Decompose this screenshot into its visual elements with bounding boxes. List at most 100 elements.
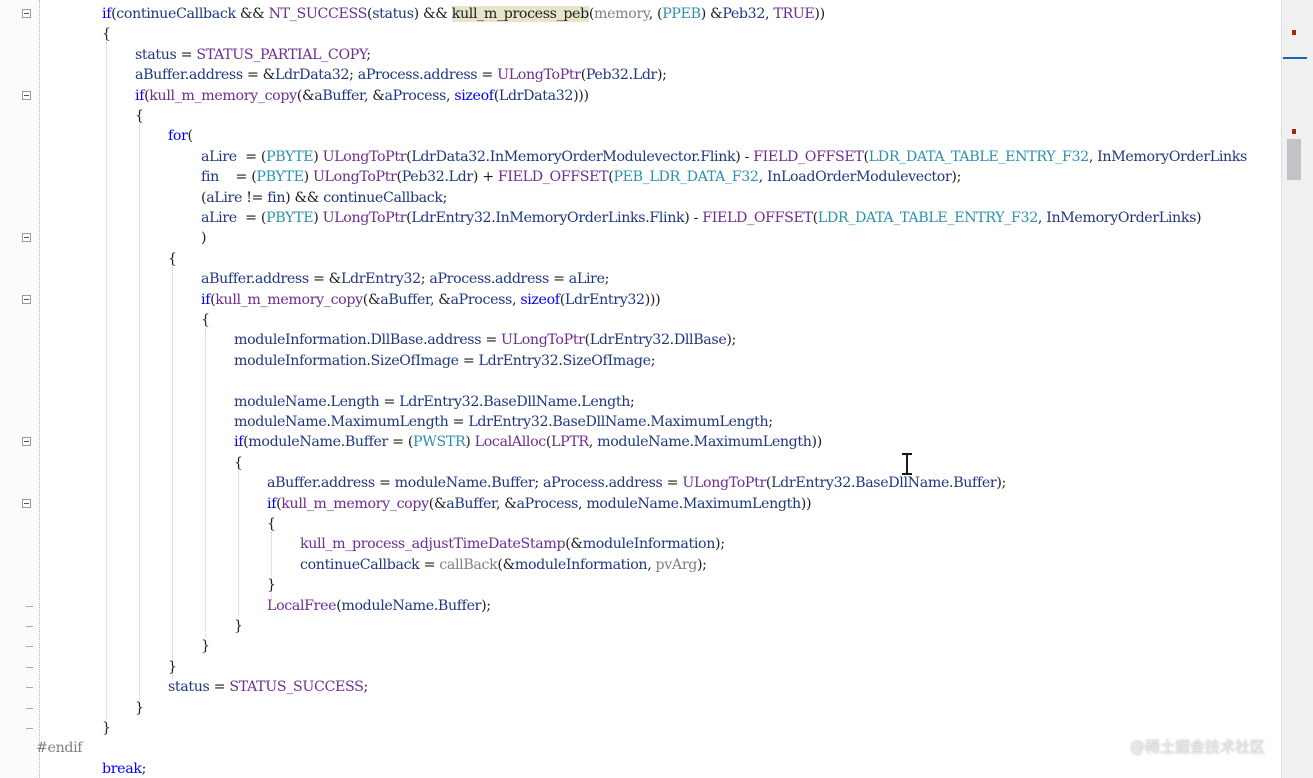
code-line[interactable]: { bbox=[102, 24, 111, 44]
code-line[interactable]: #endif bbox=[36, 738, 83, 758]
code-line[interactable]: break; bbox=[102, 759, 146, 778]
code-line[interactable]: status = STATUS_PARTIAL_COPY; bbox=[135, 45, 371, 65]
code-token: address bbox=[427, 332, 482, 349]
scrollbar-thumb[interactable] bbox=[1287, 139, 1301, 180]
code-line[interactable]: ) bbox=[201, 228, 207, 248]
text-cursor-icon bbox=[902, 453, 912, 475]
code-token: = & bbox=[308, 271, 341, 288]
code-line[interactable]: } bbox=[102, 718, 111, 738]
code-line[interactable]: { bbox=[234, 453, 243, 473]
code-token: callBack bbox=[439, 556, 498, 573]
code-token: MaximumLength bbox=[693, 434, 812, 451]
code-token: moduleName bbox=[234, 414, 327, 430]
code-token: aProcess bbox=[384, 87, 447, 104]
code-line[interactable]: } bbox=[234, 616, 243, 636]
code-line[interactable]: aLire = (PBYTE) ULongToPtr(LdrEntry32.In… bbox=[201, 208, 1202, 228]
code-line[interactable]: moduleName.Length = LdrEntry32.BaseDllNa… bbox=[234, 392, 635, 412]
code-token: ; bbox=[349, 67, 358, 84]
code-token: aLire bbox=[206, 189, 243, 206]
code-token: PPEB bbox=[662, 6, 701, 22]
code-token: kull_m_memory_copy bbox=[215, 291, 363, 308]
fold-toggle-icon[interactable] bbox=[22, 498, 31, 508]
code-line[interactable]: } bbox=[135, 698, 144, 718]
fold-end-tick bbox=[26, 728, 33, 729]
code-line[interactable]: moduleInformation.SizeOfImage = LdrEntry… bbox=[234, 351, 656, 371]
code-line[interactable]: aBuffer.address = moduleName.Buffer; aPr… bbox=[267, 473, 1006, 493]
code-token: (& bbox=[296, 87, 315, 104]
code-line[interactable]: LocalFree(moduleName.Buffer); bbox=[267, 596, 491, 616]
code-token: moduleInformation bbox=[234, 332, 367, 349]
code-token: LocalAlloc bbox=[474, 434, 547, 451]
code-line[interactable]: { bbox=[168, 249, 177, 269]
code-line[interactable]: } bbox=[267, 575, 276, 595]
code-token: InMemoryOrderLinks bbox=[1046, 210, 1197, 226]
code-line[interactable]: aBuffer.address = &LdrData32; aProcess.a… bbox=[135, 65, 667, 85]
code-line[interactable]: aLire = (PBYTE) ULongToPtr(LdrData32.InM… bbox=[201, 147, 1247, 167]
code-token: ; bbox=[141, 760, 147, 777]
code-token: ) - bbox=[735, 148, 754, 165]
code-token: , bbox=[588, 434, 598, 451]
code-token: pvArg bbox=[655, 556, 698, 573]
code-token: ULongToPtr bbox=[501, 332, 585, 349]
fold-toggle-icon[interactable] bbox=[22, 233, 31, 243]
code-line[interactable]: for( bbox=[168, 126, 193, 146]
code-line[interactable]: status = STATUS_SUCCESS; bbox=[168, 677, 368, 697]
code-token: = bbox=[458, 352, 479, 369]
code-token: if bbox=[201, 291, 211, 308]
code-token: LdrEntry32 bbox=[589, 332, 670, 349]
code-token: ; bbox=[363, 679, 368, 696]
code-line[interactable]: { bbox=[135, 106, 144, 126]
code-token: = bbox=[209, 679, 230, 696]
code-token: LdrEntry32 bbox=[771, 475, 851, 492]
code-line[interactable]: moduleInformation.DllBase.address = ULon… bbox=[234, 330, 736, 350]
code-token: address bbox=[608, 475, 663, 492]
code-token: } bbox=[234, 618, 243, 634]
code-line[interactable]: if(kull_m_memory_copy(&aBuffer, &aProces… bbox=[267, 494, 812, 514]
code-line[interactable]: moduleName.MaximumLength = LdrEntry32.Ba… bbox=[234, 412, 773, 432]
code-token: LdrEntry32 bbox=[340, 271, 421, 288]
code-token: ; bbox=[534, 475, 543, 492]
code-token: kull_m_process_peb bbox=[451, 6, 589, 22]
code-token: aProcess bbox=[450, 291, 513, 308]
code-token: ULongToPtr bbox=[322, 148, 407, 165]
code-token: ULongToPtr bbox=[497, 67, 581, 84]
code-line[interactable]: { bbox=[201, 310, 210, 330]
code-editor[interactable]: if(continueCallback && NT_SUCCESS(status… bbox=[0, 0, 1281, 778]
code-token: , ( bbox=[648, 6, 663, 22]
code-token: { bbox=[267, 516, 276, 532]
code-token: ; bbox=[768, 414, 773, 430]
fold-toggle-icon[interactable] bbox=[22, 437, 31, 447]
code-line[interactable]: aBuffer.address = &LdrEntry32; aProcess.… bbox=[201, 269, 609, 289]
code-line[interactable]: if(kull_m_memory_copy(&aBuffer, &aProces… bbox=[201, 290, 661, 310]
code-line[interactable]: continueCallback = callBack(&moduleInfor… bbox=[300, 555, 707, 575]
fold-toggle-icon[interactable] bbox=[22, 9, 31, 18]
code-token: , & bbox=[429, 291, 451, 308]
code-token: TRUE bbox=[773, 6, 815, 22]
code-line[interactable]: fin = (PBYTE) ULongToPtr(Peb32.Ldr) + FI… bbox=[201, 167, 961, 187]
code-line[interactable]: } bbox=[201, 636, 210, 656]
code-token: BaseDllName bbox=[483, 393, 578, 410]
code-token: && bbox=[235, 6, 269, 22]
vertical-scrollbar[interactable] bbox=[1281, 0, 1313, 778]
indent-guide bbox=[238, 470, 239, 618]
fold-toggle-icon[interactable] bbox=[22, 90, 31, 100]
code-token: = & bbox=[242, 67, 275, 84]
code-line[interactable]: (aLire != fin) && continueCallback; bbox=[201, 188, 447, 208]
code-token: InMemoryOrderLinks bbox=[1097, 148, 1247, 165]
fold-toggle-icon[interactable] bbox=[22, 294, 31, 304]
fold-end-tick bbox=[26, 646, 33, 648]
code-line[interactable]: kull_m_process_adjustTimeDateStamp(&modu… bbox=[300, 534, 725, 554]
code-line[interactable]: if(continueCallback && NT_SUCCESS(status… bbox=[102, 4, 825, 24]
code-line[interactable]: } bbox=[168, 657, 177, 677]
code-token: for bbox=[168, 128, 188, 145]
code-line[interactable]: { bbox=[267, 514, 276, 534]
code-token: ) && bbox=[413, 6, 452, 22]
code-token: if bbox=[135, 87, 145, 104]
code-line[interactable]: if(kull_m_memory_copy(&aBuffer, &aProces… bbox=[135, 86, 589, 106]
code-token: } bbox=[168, 658, 177, 675]
code-token: MaximumLength bbox=[682, 495, 801, 512]
code-token: ); bbox=[726, 332, 736, 349]
code-token: ); bbox=[657, 67, 667, 84]
code-token: BaseDllName bbox=[552, 414, 647, 430]
code-line[interactable]: if(moduleName.Buffer = (PWSTR) LocalAllo… bbox=[234, 432, 822, 452]
